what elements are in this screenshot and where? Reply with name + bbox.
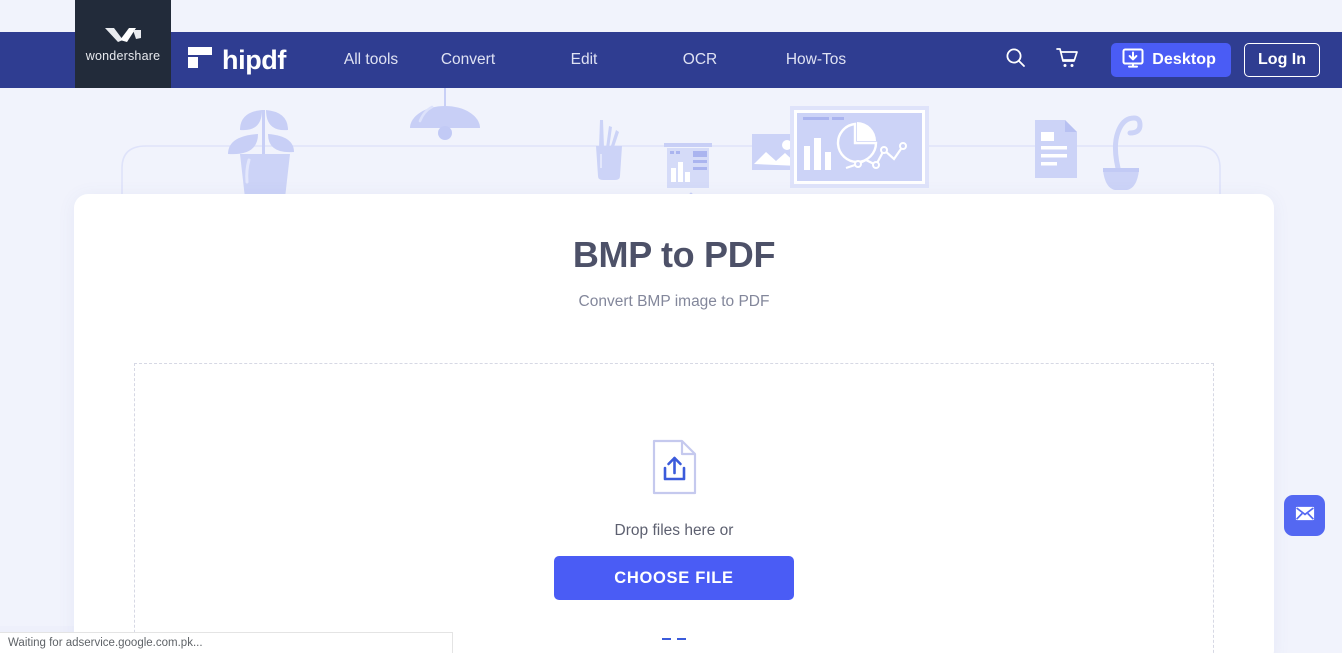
- envelope-icon: [1295, 506, 1315, 526]
- login-button[interactable]: Log In: [1244, 43, 1320, 77]
- desktop-button-label: Desktop: [1152, 51, 1217, 68]
- hipdf-brand-name: hipdf: [222, 44, 286, 75]
- ad-dash: [662, 638, 671, 640]
- tool-card: BMP to PDF Convert BMP image to PDF Drop…: [74, 194, 1274, 653]
- browser-status-bar: Waiting for adservice.google.com.pk...: [0, 632, 453, 653]
- login-button-label: Log In: [1258, 51, 1306, 68]
- wondershare-w-mark-icon: [103, 26, 143, 44]
- header-actions: Desktop Log In: [989, 40, 1320, 80]
- nav-item-convert[interactable]: Convert: [410, 51, 526, 69]
- site-header: hipdf All tools Convert Edit OCR How-Tos: [0, 32, 1342, 88]
- hipdf-logo-icon: [188, 44, 213, 77]
- search-icon: [1005, 47, 1026, 73]
- nav-item-all-tools[interactable]: All tools: [332, 51, 410, 69]
- search-button[interactable]: [989, 40, 1041, 80]
- nav-item-how-tos[interactable]: How-Tos: [758, 51, 874, 69]
- ad-dash: [677, 638, 686, 640]
- main-nav: All tools Convert Edit OCR How-Tos: [332, 51, 874, 69]
- cart-button[interactable]: [1041, 40, 1093, 80]
- download-to-monitor-icon: [1122, 48, 1144, 73]
- desktop-button[interactable]: Desktop: [1111, 43, 1232, 77]
- hipdf-brand[interactable]: hipdf: [188, 44, 286, 77]
- file-upload-icon: [652, 439, 697, 500]
- browser-status-text: Waiting for adservice.google.com.pk...: [8, 637, 203, 649]
- nav-item-edit[interactable]: Edit: [526, 51, 642, 69]
- contact-mail-button[interactable]: [1284, 495, 1325, 536]
- file-dropzone[interactable]: Drop files here or CHOOSE FILE: [134, 363, 1214, 653]
- page-title: BMP to PDF: [572, 234, 776, 275]
- choose-file-button[interactable]: CHOOSE FILE: [554, 556, 794, 600]
- wondershare-brand-tab[interactable]: wondershare: [75, 0, 171, 88]
- nav-item-ocr[interactable]: OCR: [642, 51, 758, 69]
- wondershare-brand-label: wondershare: [85, 48, 161, 63]
- page-subtitle: Convert BMP image to PDF: [578, 293, 770, 310]
- drop-files-label: Drop files here or: [614, 522, 734, 539]
- shopping-cart-icon: [1055, 47, 1079, 74]
- ad-placeholder-marker: [662, 638, 686, 640]
- page-root: hipdf All tools Convert Edit OCR How-Tos: [0, 0, 1342, 653]
